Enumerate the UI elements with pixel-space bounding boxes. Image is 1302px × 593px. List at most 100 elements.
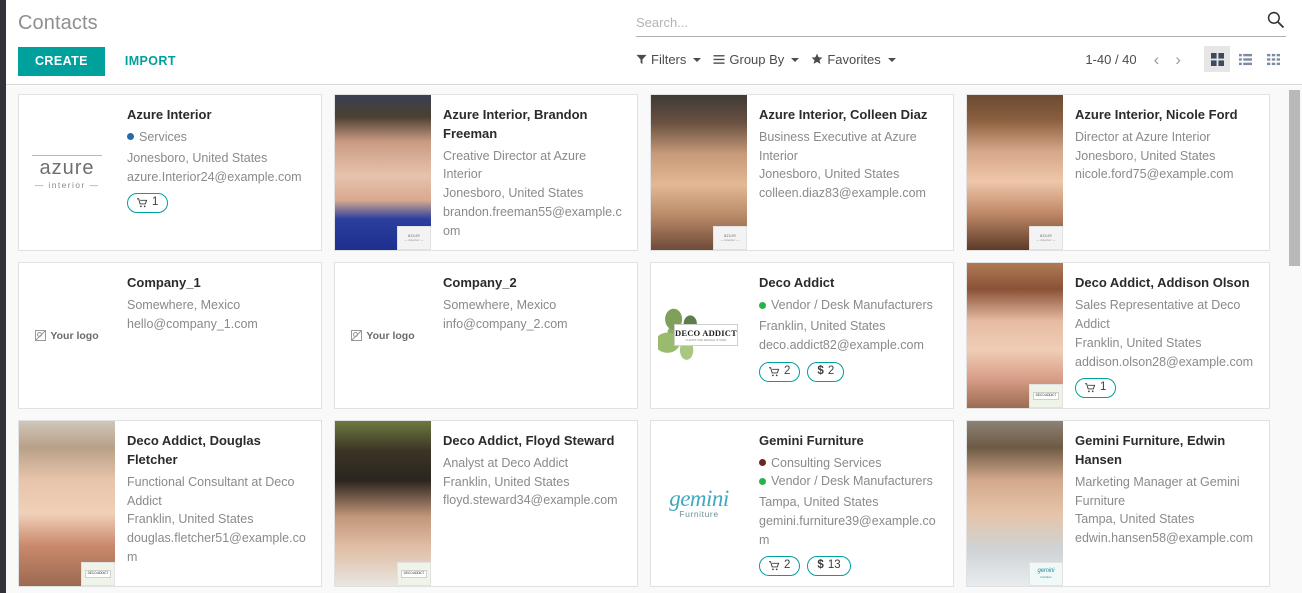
pager-next-button[interactable]: › bbox=[1168, 49, 1188, 70]
pager-previous-button[interactable]: ‹ bbox=[1147, 49, 1167, 70]
contact-tag[interactable]: Vendor / Desk Manufacturers bbox=[759, 472, 943, 490]
company-logo-badge: gemini Furniture bbox=[1029, 562, 1063, 587]
gemini-furniture-logo: gemini Furniture bbox=[669, 486, 729, 520]
contact-tag[interactable]: Consulting Services bbox=[759, 454, 943, 472]
contact-card[interactable]: azure — interior — Azure Interior, Colleen… bbox=[650, 94, 954, 252]
company-logo-badge: azure — interior — bbox=[397, 226, 431, 251]
contact-name[interactable]: Azure Interior, Nicole Ford bbox=[1075, 106, 1259, 125]
contact-name[interactable]: Azure Interior bbox=[127, 106, 311, 125]
breadcrumb[interactable]: Contacts bbox=[18, 0, 186, 33]
contact-card[interactable]: gemini Furniture Gemini Furniture, Edwin H… bbox=[966, 420, 1270, 588]
contact-name[interactable]: Azure Interior, Brandon Freeman bbox=[443, 106, 627, 144]
view-pivot-button[interactable] bbox=[1260, 46, 1286, 72]
contact-detail-line: colleen.diaz83@example.com bbox=[759, 186, 926, 201]
create-button[interactable]: CREATE bbox=[18, 47, 105, 76]
contact-detail-line: Franklin, United States bbox=[759, 319, 886, 334]
contact-card[interactable]: DECO ADDICT Deco Addict, Floyd Steward Ana… bbox=[334, 420, 638, 588]
cart-icon bbox=[769, 561, 780, 571]
pager-counter: 1-40 / 40 bbox=[1085, 51, 1137, 67]
card-media: gemini Furniture bbox=[967, 421, 1063, 587]
cart-icon bbox=[1085, 383, 1096, 393]
grid-icon bbox=[1266, 53, 1280, 66]
contact-card[interactable]: DECO ADDICT FURNITURE DESIGN STORE Deco Ad… bbox=[650, 262, 954, 410]
contact-detail-line: Somewhere, Mexico bbox=[443, 298, 557, 313]
view-kanban-button[interactable] bbox=[1204, 46, 1230, 72]
group-by-dropdown[interactable]: Group By bbox=[713, 52, 800, 67]
contact-detail-line: Tampa, United States bbox=[1075, 512, 1195, 527]
contact-card[interactable]: azureinterior Azure Interior Services Jones… bbox=[18, 94, 322, 252]
avatar: gemini Furniture bbox=[967, 421, 1063, 587]
contact-detail-line: Functional Consultant at Deco Addict bbox=[127, 474, 295, 508]
cart-icon bbox=[137, 198, 148, 208]
search-bar[interactable] bbox=[636, 8, 1286, 37]
contact-detail-line: info@company_2.com bbox=[443, 317, 568, 332]
placeholder-label: Your logo bbox=[50, 329, 99, 342]
filters-dropdown[interactable]: Filters bbox=[636, 52, 702, 67]
contact-name[interactable]: Company_1 bbox=[127, 274, 311, 293]
contact-detail-line: brandon.freeman55@example.com bbox=[443, 204, 622, 238]
tag-color-dot bbox=[759, 301, 766, 309]
contact-detail-line: Franklin, United States bbox=[443, 474, 570, 489]
kanban-badge[interactable]: 1 bbox=[127, 193, 169, 214]
vertical-scrollbar[interactable] bbox=[1289, 88, 1300, 588]
contact-name[interactable]: Deco Addict bbox=[759, 274, 943, 293]
contact-name[interactable]: Gemini Furniture, Edwin Hansen bbox=[1075, 432, 1259, 470]
contact-card[interactable]: DECO ADDICT Deco Addict, Addison Olson Sal… bbox=[966, 262, 1270, 410]
contact-detail-line: addison.olson28@example.com bbox=[1075, 354, 1254, 369]
contact-tag[interactable]: Services bbox=[127, 128, 311, 146]
kanban-badge[interactable]: 2 bbox=[759, 556, 801, 577]
kanban-view[interactable]: azureinterior Azure Interior Services Jones… bbox=[6, 86, 1302, 593]
badge-value: 2 bbox=[784, 559, 791, 572]
contact-detail-line: edwin.hansen58@example.com bbox=[1075, 531, 1254, 546]
chevron-down-icon bbox=[887, 58, 896, 62]
card-body: Company_1 Somewhere, Mexico hello@company_… bbox=[115, 263, 321, 408]
image-placeholder: Your logo bbox=[351, 330, 415, 342]
contacts-kanban-page: Contacts CREATE IMPORT Search... Filters… bbox=[0, 0, 1302, 593]
cart-icon bbox=[769, 367, 780, 377]
contact-card[interactable]: Your logo Company_2 Somewhere, Mexico info@… bbox=[334, 262, 638, 410]
kanban-badge[interactable]: $13 bbox=[807, 556, 851, 577]
contact-card[interactable]: DECO ADDICT Deco Addict, Douglas Fletcher… bbox=[18, 420, 322, 588]
contact-name[interactable]: Azure Interior, Colleen Diaz bbox=[759, 106, 943, 125]
card-body: Deco Addict, Addison Olson Sales Represen… bbox=[1063, 263, 1269, 408]
contact-card[interactable]: Your logo Company_1 Somewhere, Mexico hello… bbox=[18, 262, 322, 410]
cart-icon bbox=[1085, 383, 1096, 393]
contact-name[interactable]: Deco Addict, Floyd Steward bbox=[443, 432, 627, 451]
card-media: azure — interior — bbox=[967, 95, 1063, 251]
contact-card[interactable]: gemini Furniture Gemini Furniture Consultin… bbox=[650, 420, 954, 588]
import-button[interactable]: IMPORT bbox=[115, 47, 186, 76]
favorites-dropdown[interactable]: Favorites bbox=[811, 52, 896, 67]
dollar-icon: $ bbox=[817, 559, 824, 572]
contact-detail-line: Jonesboro, United States bbox=[127, 150, 268, 165]
chevron-down-icon bbox=[791, 58, 800, 62]
card-media: azureinterior bbox=[19, 95, 115, 250]
control-panel: Contacts CREATE IMPORT Search... Filters… bbox=[0, 0, 1302, 85]
contact-name[interactable]: Deco Addict, Douglas Fletcher bbox=[127, 432, 311, 470]
contact-name[interactable]: Deco Addict, Addison Olson bbox=[1075, 274, 1259, 293]
kanban-badge[interactable]: 2 bbox=[759, 361, 801, 382]
card-body: Azure Interior, Brandon Freeman Creative … bbox=[431, 95, 637, 250]
kanban-badge[interactable]: $2 bbox=[807, 361, 845, 382]
contact-detail-line: Analyst at Deco Addict bbox=[443, 455, 569, 470]
contact-detail-line: Franklin, United States bbox=[1075, 335, 1202, 350]
contact-detail-line: floyd.steward34@example.com bbox=[443, 493, 618, 508]
kanban-badge[interactable]: 1 bbox=[1075, 378, 1117, 399]
contact-card[interactable]: azure — interior — Azure Interior, Nicole … bbox=[966, 94, 1270, 252]
scrollbar-thumb[interactable] bbox=[1289, 90, 1300, 266]
contact-name[interactable]: Gemini Furniture bbox=[759, 432, 943, 451]
card-media: DECO ADDICT bbox=[967, 263, 1063, 409]
dollar-icon: $ bbox=[817, 364, 824, 377]
avatar: DECO ADDICT bbox=[335, 421, 431, 587]
search-input[interactable] bbox=[636, 11, 1286, 33]
view-list-button[interactable] bbox=[1232, 46, 1258, 72]
chevron-down-icon bbox=[693, 58, 702, 62]
search-icon[interactable] bbox=[1266, 10, 1286, 30]
card-body: Azure Interior, Nicole Ford Director at A… bbox=[1063, 95, 1269, 250]
badge-value: 13 bbox=[827, 559, 841, 572]
contact-detail-line: gemini.furniture39@example.com bbox=[759, 513, 936, 547]
contact-tag[interactable]: Vendor / Desk Manufacturers bbox=[759, 296, 943, 314]
contact-name[interactable]: Company_2 bbox=[443, 274, 627, 293]
pager-and-views: 1-40 / 40 ‹ › bbox=[1085, 46, 1286, 72]
contact-detail-line: deco.addict82@example.com bbox=[759, 338, 924, 353]
contact-card[interactable]: azure — interior — Azure Interior, Brandon… bbox=[334, 94, 638, 252]
